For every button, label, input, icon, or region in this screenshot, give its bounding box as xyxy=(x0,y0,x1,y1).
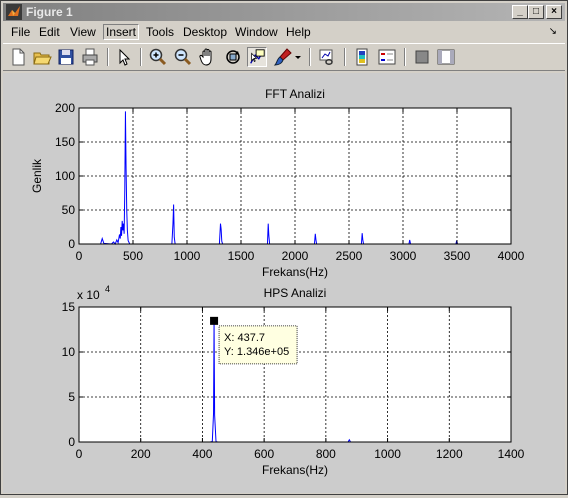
menu-window[interactable]: Window xyxy=(232,24,281,40)
chart-1-y-tick-label: 100 xyxy=(55,169,75,183)
chart-2-x-tick-label: 800 xyxy=(316,447,336,461)
window-title: Figure 1 xyxy=(26,5,73,19)
chart-1-x-tick-label: 2000 xyxy=(282,249,309,263)
chart-1-x-tick-label: 0 xyxy=(76,249,83,263)
chart-2-x-tick-label: 1000 xyxy=(374,447,401,461)
chart-1-x-tick-label: 3000 xyxy=(390,249,417,263)
chart-1-x-tick-label: 1500 xyxy=(228,249,255,263)
link-plot-icon[interactable] xyxy=(317,47,337,67)
open-file-icon[interactable] xyxy=(32,47,52,67)
figure-toolbar xyxy=(3,43,565,71)
figure-canvas: 0 500 1000 1500 2000 2500 3000 3500 4000 0 50 100 15… xyxy=(3,73,565,493)
menu-insert[interactable]: Insert xyxy=(103,24,140,40)
chart-1-y-tick-label: 50 xyxy=(62,203,76,217)
save-icon[interactable] xyxy=(56,47,76,67)
rotate-3d-icon[interactable] xyxy=(223,47,243,67)
chart-1-x-tick-label: 500 xyxy=(123,249,143,263)
show-plot-tools-icon[interactable] xyxy=(436,47,456,67)
zoom-out-icon[interactable] xyxy=(173,47,193,67)
plots-svg[interactable]: 0 500 1000 1500 2000 2500 3000 3500 400005010015… xyxy=(3,73,565,493)
menu-help[interactable]: Help xyxy=(283,24,314,40)
chart-2-datatip-x: X: 437.7 xyxy=(224,332,265,344)
legend-icon[interactable] xyxy=(377,47,397,67)
chart-2-title: HPS Analizi xyxy=(264,286,327,300)
toolbar-separator xyxy=(344,48,346,66)
chart-1-ylabel: Genlik xyxy=(30,158,44,193)
chart-2-datatip-y: Y: 1.346e+05 xyxy=(224,346,289,358)
chart-2-y-tick-label: 5 xyxy=(68,390,75,404)
new-figure-icon[interactable] xyxy=(8,47,28,67)
toolbar-separator xyxy=(107,48,109,66)
close-button[interactable]: × xyxy=(546,5,562,19)
menu-bar: File Edit View Insert Tools Desktop Wind… xyxy=(3,23,565,42)
data-cursor-icon xyxy=(250,49,265,64)
menu-file[interactable]: File xyxy=(8,24,33,40)
chart-2-x-tick-label: 0 xyxy=(76,447,83,461)
maximize-icon: □ xyxy=(532,6,540,17)
chart-2-x-tick-label: 200 xyxy=(131,447,151,461)
chart-2-y-scale-label: x 10 xyxy=(77,288,100,302)
close-icon: × xyxy=(551,6,557,17)
chart-2-y-tick-label: 10 xyxy=(62,345,76,359)
chart-1-xlabel: Frekans(Hz) xyxy=(262,265,328,279)
pan-hand-icon[interactable] xyxy=(198,47,218,67)
title-bar[interactable]: Figure 1 _ □ × xyxy=(3,3,565,21)
zoom-in-icon[interactable] xyxy=(148,47,168,67)
chart-1-x-tick-label: 2500 xyxy=(336,249,363,263)
chart-2-y-tick-label: 15 xyxy=(62,300,76,314)
chart-2-y-scale-exponent: 4 xyxy=(105,284,110,294)
chart-1-title: FFT Analizi xyxy=(265,87,325,101)
chart-1-x-tick-label: 1000 xyxy=(174,249,201,263)
brush-dropdown-icon[interactable] xyxy=(293,47,303,67)
colorbar-icon[interactable] xyxy=(352,47,372,67)
minimize-button[interactable]: _ xyxy=(512,5,528,19)
chart-1-x-tick-label: 3500 xyxy=(444,249,471,263)
chart-1-y-tick-label: 0 xyxy=(68,237,75,251)
brush-icon[interactable] xyxy=(273,47,293,67)
chart-2-x-tick-label: 400 xyxy=(192,447,212,461)
print-icon[interactable] xyxy=(80,47,100,67)
chart-2-x-tick-label: 1200 xyxy=(436,447,463,461)
menu-tools[interactable]: Tools xyxy=(143,24,177,40)
menu-edit[interactable]: Edit xyxy=(36,24,63,40)
maximize-button[interactable]: □ xyxy=(528,5,544,19)
chart-2-xlabel: Frekans(Hz) xyxy=(262,463,328,477)
minimize-icon: _ xyxy=(517,6,523,17)
chart-1-x-tick-label: 4000 xyxy=(498,249,525,263)
chart-1-y-tick-label: 150 xyxy=(55,135,75,149)
toolbar-separator xyxy=(404,48,406,66)
chart-2-y-tick-label: 0 xyxy=(68,435,75,449)
toolbar-separator xyxy=(309,48,311,66)
toolbar-separator xyxy=(140,48,142,66)
figure-window: Figure 1 _ □ × File Edit View Insert Too… xyxy=(0,0,568,495)
data-cursor-button[interactable] xyxy=(247,47,267,67)
chart-2-x-tick-label: 600 xyxy=(254,447,274,461)
chart-1-y-tick-label: 200 xyxy=(55,101,75,115)
menu-desktop[interactable]: Desktop xyxy=(180,24,230,40)
matlab-icon xyxy=(6,4,22,20)
chart-2-datatip-marker[interactable] xyxy=(210,316,219,325)
hide-plot-tools-icon[interactable] xyxy=(412,47,432,67)
dock-arrow-icon[interactable]: ↘ xyxy=(549,26,557,37)
menu-view[interactable]: View xyxy=(67,24,99,40)
chart-2-x-tick-label: 1400 xyxy=(498,447,525,461)
edit-plot-arrow-icon[interactable] xyxy=(114,47,134,67)
